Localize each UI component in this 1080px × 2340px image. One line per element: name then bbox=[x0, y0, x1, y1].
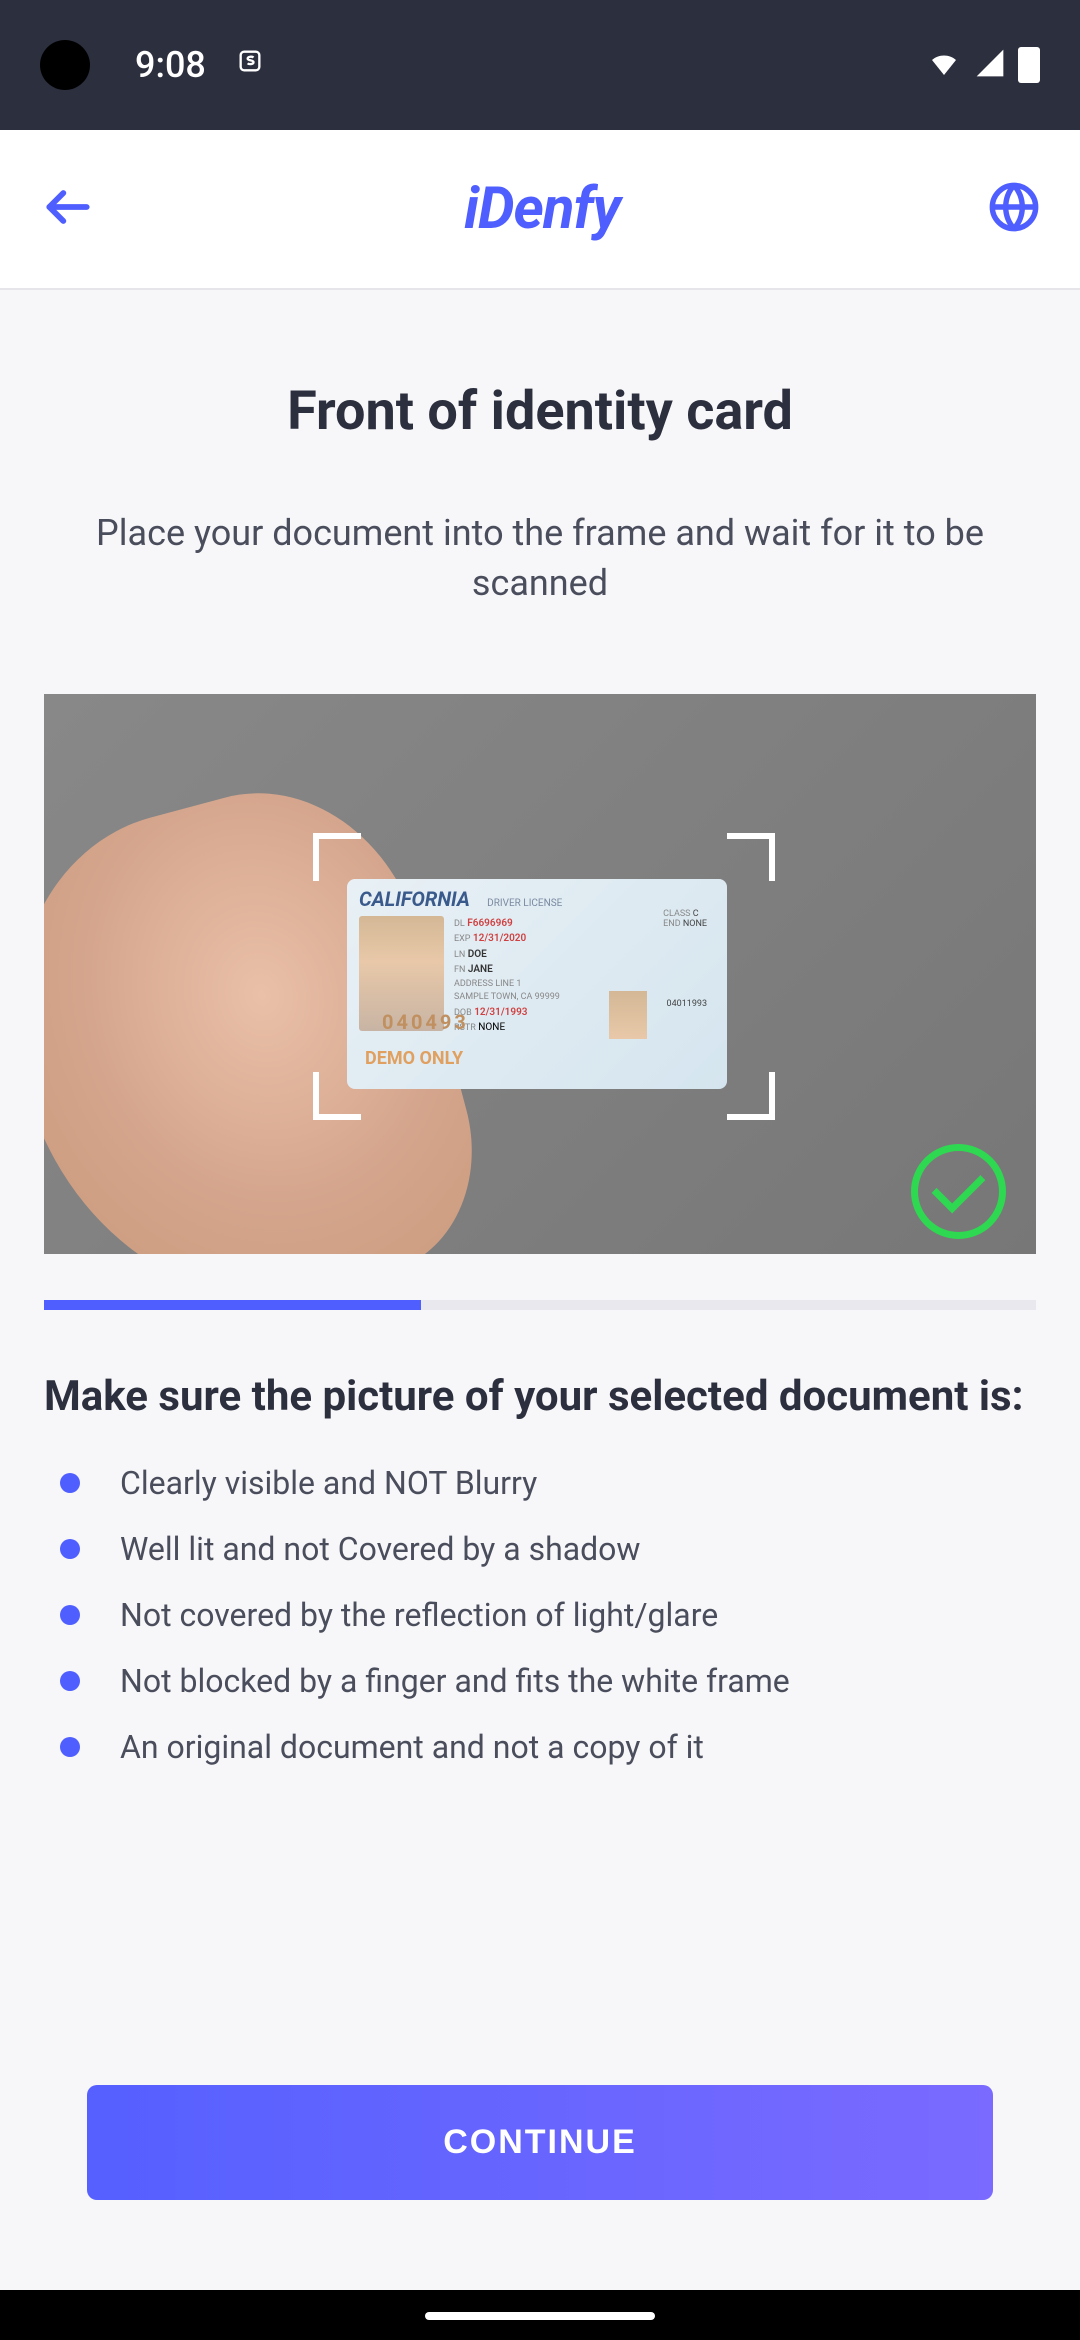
bullet-icon bbox=[60, 1473, 80, 1493]
frame-corner bbox=[727, 1072, 775, 1120]
id-state: CALIFORNIA bbox=[359, 887, 470, 911]
sample-id-card: CALIFORNIA DRIVER LICENSE CLASS C END NO… bbox=[347, 879, 727, 1089]
checklist-item: Not blocked by a finger and fits the whi… bbox=[60, 1662, 1036, 1700]
page-title: Front of identity card bbox=[0, 380, 1080, 443]
main-content: Front of identity card Place your docume… bbox=[0, 290, 1080, 2290]
checklist: Clearly visible and NOT Blurry Well lit … bbox=[60, 1464, 1036, 1794]
status-bar-right bbox=[926, 45, 1040, 85]
wifi-icon bbox=[926, 45, 962, 85]
app-logo: iDenfy bbox=[464, 175, 620, 243]
back-button[interactable] bbox=[40, 179, 96, 239]
bullet-icon bbox=[60, 1605, 80, 1625]
status-bar-left: 9:08 bbox=[40, 40, 264, 90]
status-time: 9:08 bbox=[135, 44, 206, 86]
signal-icon bbox=[974, 47, 1006, 83]
bullet-icon bbox=[60, 1671, 80, 1691]
checklist-item: Clearly visible and NOT Blurry bbox=[60, 1464, 1036, 1502]
success-check-icon bbox=[911, 1144, 1006, 1239]
scan-frame: CALIFORNIA DRIVER LICENSE CLASS C END NO… bbox=[319, 839, 769, 1114]
camera-cutout bbox=[40, 40, 90, 90]
app-header: iDenfy bbox=[0, 130, 1080, 290]
bullet-icon bbox=[60, 1539, 80, 1559]
id-preview-image: CALIFORNIA DRIVER LICENSE CLASS C END NO… bbox=[44, 694, 1036, 1254]
id-class: CLASS C END NONE bbox=[663, 909, 707, 929]
navigation-bar-handle[interactable] bbox=[425, 2312, 655, 2320]
id-demo-label: DEMO ONLY bbox=[365, 1048, 463, 1069]
checklist-item: An original document and not a copy of i… bbox=[60, 1728, 1036, 1766]
checklist-item: Not covered by the reflection of light/g… bbox=[60, 1596, 1036, 1634]
checklist-title: Make sure the picture of your selected d… bbox=[44, 1370, 1036, 1425]
progress-fill bbox=[44, 1300, 421, 1310]
frame-corner bbox=[313, 833, 361, 881]
id-doc-type: DRIVER LICENSE bbox=[487, 898, 562, 909]
continue-button[interactable]: CONTINUE bbox=[87, 2085, 993, 2200]
status-bar: 9:08 bbox=[0, 0, 1080, 130]
checklist-item: Well lit and not Covered by a shadow bbox=[60, 1530, 1036, 1568]
id-watermark: 040493 bbox=[382, 1010, 469, 1034]
app-content: iDenfy Front of identity card Place your… bbox=[0, 130, 1080, 2290]
id-fields: DL F6696969 EXP 12/31/2020 LN DOE FN JAN… bbox=[454, 916, 715, 1036]
language-button[interactable] bbox=[988, 181, 1040, 237]
progress-bar bbox=[44, 1300, 1036, 1310]
frame-corner bbox=[727, 833, 775, 881]
bullet-icon bbox=[60, 1737, 80, 1757]
page-subtitle: Place your document into the frame and w… bbox=[0, 508, 1080, 609]
app-indicator-icon bbox=[236, 47, 264, 83]
battery-icon bbox=[1018, 47, 1040, 83]
id-control-num: 04011993 bbox=[667, 999, 707, 1009]
id-small-photo bbox=[609, 991, 647, 1039]
